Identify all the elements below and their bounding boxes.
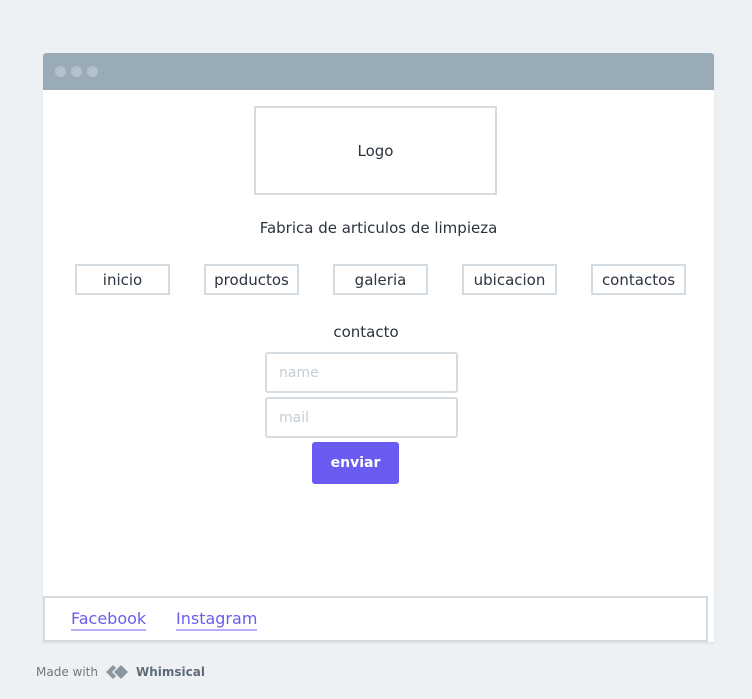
instagram-link[interactable]: Instagram <box>176 609 258 631</box>
nav-item-ubicacion[interactable]: ubicacion <box>462 264 557 295</box>
logo-placeholder: Logo <box>254 106 497 195</box>
nav-item-galeria[interactable]: galeria <box>333 264 428 295</box>
contact-heading-text: contacto <box>333 323 399 341</box>
window-dot-icon <box>71 66 82 77</box>
nav-item-contactos[interactable]: contactos <box>591 264 686 295</box>
page-tagline: Fabrica de articulos de limpieza <box>259 219 498 237</box>
watermark-prefix: Made with <box>36 665 98 679</box>
window-dot-icon <box>55 66 66 77</box>
nav-item-productos[interactable]: productos <box>204 264 299 295</box>
name-input[interactable] <box>265 352 458 393</box>
facebook-link[interactable]: Facebook <box>71 609 147 631</box>
nav-item-inicio[interactable]: inicio <box>75 264 170 295</box>
watermark-brand: Whimsical <box>135 665 205 679</box>
browser-window: Logo Fabrica de articulos de limpieza in… <box>43 53 714 642</box>
page-footer: Facebook Instagram <box>43 596 708 642</box>
window-dot-icon <box>87 66 98 77</box>
send-button[interactable]: enviar <box>312 442 399 484</box>
window-titlebar <box>43 53 714 90</box>
made-with-watermark: Made with Whimsical <box>36 663 205 681</box>
logo-label: Logo <box>357 141 394 160</box>
mail-input[interactable] <box>265 397 458 438</box>
whimsical-logo-icon <box>105 665 128 679</box>
